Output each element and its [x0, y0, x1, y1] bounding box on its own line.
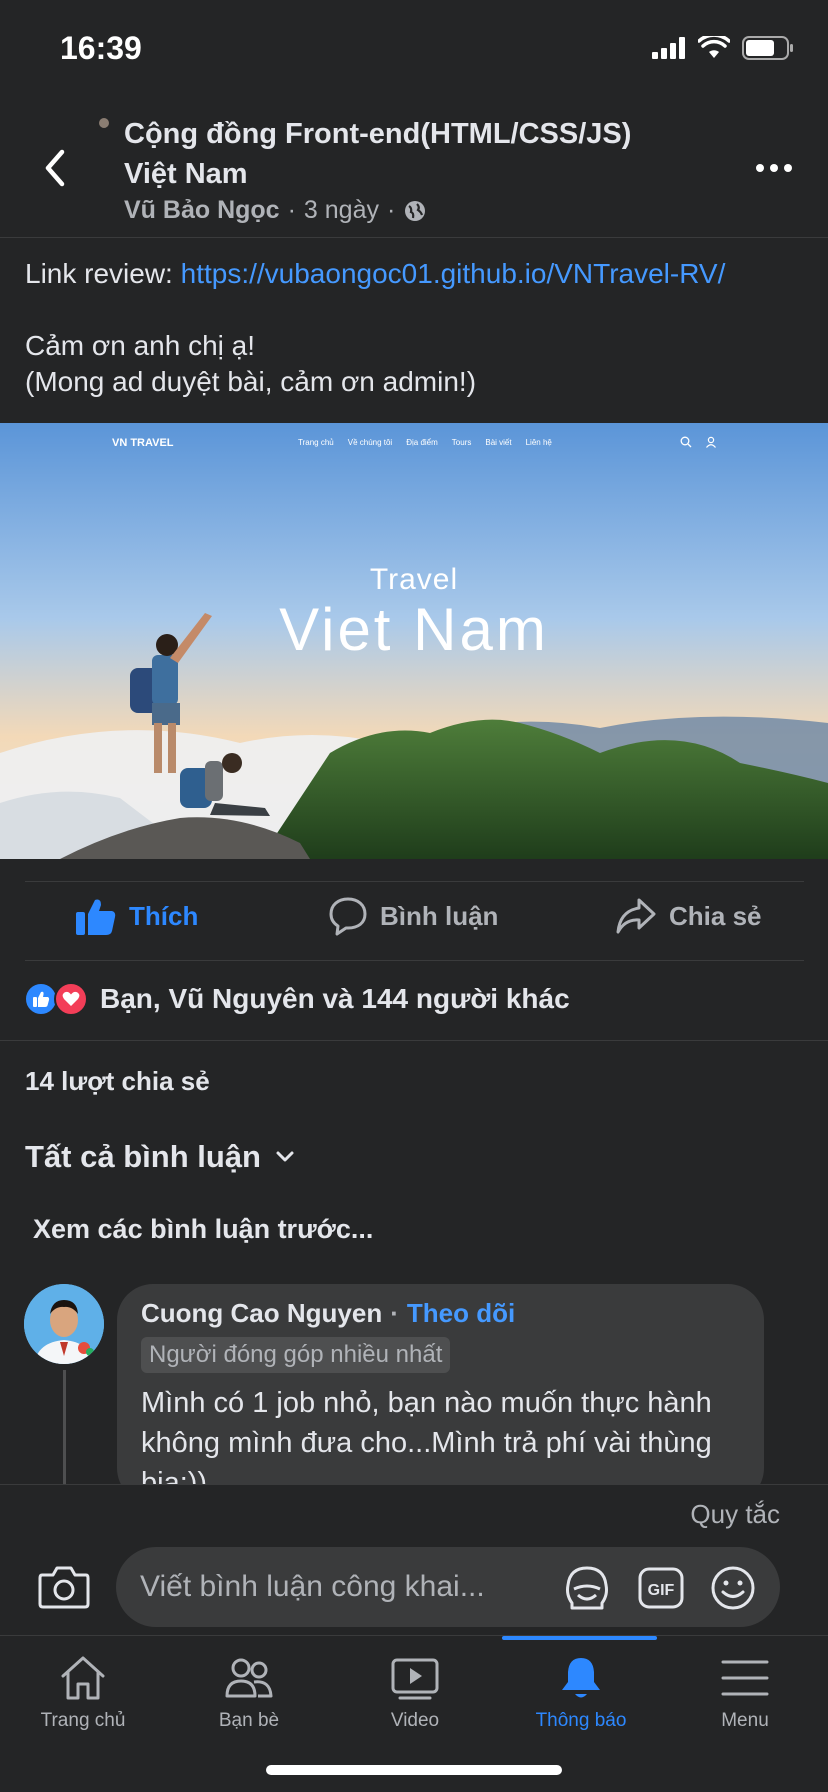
- compose-area: Quy tắc GIF: [0, 1484, 828, 1637]
- post-text-line-1: Cảm ơn anh chị ạ!: [25, 330, 256, 361]
- camera-icon[interactable]: [38, 1565, 90, 1609]
- wifi-icon: [698, 36, 730, 58]
- emoji-icon[interactable]: [710, 1565, 756, 1611]
- follow-button[interactable]: Theo dõi: [407, 1298, 515, 1329]
- reaction-icons: [24, 982, 88, 1016]
- meta-separator: ·: [386, 196, 396, 224]
- comment-input-container: GIF: [116, 1547, 780, 1627]
- tab-label: Video: [390, 1710, 440, 1731]
- battery-icon: [742, 36, 793, 60]
- status-icons: [652, 36, 794, 60]
- home-indicator[interactable]: [266, 1765, 562, 1775]
- comment-thread-line: [63, 1370, 66, 1485]
- share-label: Chia sẻ: [669, 900, 762, 931]
- group-avatar[interactable]: [99, 118, 109, 128]
- comment-separator: ·: [390, 1298, 399, 1328]
- divider: [0, 1040, 828, 1041]
- image-menu-item: Tours: [451, 438, 472, 447]
- thumbs-up-icon: [76, 899, 116, 935]
- image-menu-item: Trang chủ: [298, 438, 334, 447]
- post-body: Link review: https://vubaongoc01.github.…: [25, 256, 815, 400]
- like-label: Thích: [129, 900, 199, 931]
- comment-bubble[interactable]: Cuong Cao Nguyen · Theo dõi Người đóng g…: [117, 1284, 764, 1504]
- rules-link[interactable]: Quy tắc: [690, 1499, 780, 1530]
- tab-friends[interactable]: Bạn bè: [166, 1654, 332, 1732]
- like-reaction-icon: [24, 982, 58, 1016]
- post-time[interactable]: 3 ngày: [304, 196, 379, 225]
- signal-icon: [652, 37, 685, 59]
- menu-icon: [721, 1660, 769, 1696]
- active-tab-indicator: [502, 1636, 657, 1640]
- avatar-sticker-icon[interactable]: [564, 1565, 610, 1611]
- back-icon[interactable]: [38, 146, 72, 190]
- like-button[interactable]: Thích: [75, 896, 198, 936]
- reaction-summary-text: Bạn, Vũ Nguyên và 144 người khác: [100, 983, 570, 1014]
- image-menu-item: Bài viết: [485, 438, 512, 447]
- comment-header: Cuong Cao Nguyen · Theo dõi: [141, 1298, 740, 1329]
- friends-icon: [225, 1658, 273, 1698]
- comment-filter[interactable]: Tất cả bình luận: [25, 1139, 295, 1175]
- comment-filter-label: Tất cả bình luận: [25, 1139, 261, 1174]
- svg-text:GIF: GIF: [648, 1582, 675, 1599]
- tab-menu[interactable]: Menu: [662, 1654, 828, 1732]
- gif-icon[interactable]: GIF: [638, 1565, 684, 1611]
- share-icon: [616, 898, 656, 934]
- image-title-big: Viet Nam: [279, 596, 549, 663]
- love-reaction-icon: [54, 982, 88, 1016]
- image-brand: VN TRAVEL: [112, 437, 174, 449]
- comment-input[interactable]: [140, 1547, 560, 1627]
- image-nav: VN TRAVEL Trang chủ Về chúng tôi Địa điể…: [0, 423, 828, 463]
- image-menu-item: Về chúng tôi: [347, 438, 393, 447]
- commenter-avatar[interactable]: [24, 1284, 104, 1364]
- tab-notifications[interactable]: Thông báo: [498, 1654, 664, 1732]
- image-title-small: Travel: [369, 563, 459, 596]
- comment-author[interactable]: Cuong Cao Nguyen: [141, 1298, 382, 1329]
- tab-label: Thông báo: [535, 1710, 627, 1731]
- image-menu-item: Địa điểm: [406, 438, 438, 447]
- link-prefix: Link review:: [25, 258, 181, 289]
- globe-icon: [405, 200, 426, 221]
- image-menu: Trang chủ Về chúng tôi Địa điểm Tours Bà…: [298, 438, 552, 447]
- meta-separator: ·: [287, 196, 296, 224]
- video-icon: [391, 1658, 439, 1700]
- comment-icon: [329, 897, 367, 936]
- chevron-down-icon: [276, 1151, 294, 1162]
- status-bar: 16:39: [0, 0, 828, 100]
- tab-label: Bạn bè: [218, 1710, 280, 1731]
- view-previous-comments[interactable]: Xem các bình luận trước...: [33, 1214, 373, 1245]
- top-contributor-badge: Người đóng góp nhiều nhất: [141, 1337, 451, 1373]
- more-options-icon[interactable]: [754, 158, 794, 178]
- post-author[interactable]: Vũ Bảo Ngọc: [124, 196, 280, 225]
- status-time: 16:39: [60, 30, 142, 66]
- post-text-line-2: (Mong ad duyệt bài, cảm ơn admin!): [25, 366, 477, 397]
- commenter-photo: [24, 1284, 104, 1364]
- group-name[interactable]: Cộng đồng Front-end(HTML/CSS/JS) Việt Na…: [124, 114, 684, 194]
- share-count[interactable]: 14 lượt chia sẻ: [25, 1066, 210, 1097]
- comment-label: Bình luận: [380, 900, 499, 931]
- reactions-summary[interactable]: Bạn, Vũ Nguyên và 144 người khác: [24, 982, 570, 1016]
- image-menu-item: Liên hệ: [525, 438, 552, 447]
- post-header: Cộng đồng Front-end(HTML/CSS/JS) Việt Na…: [0, 100, 828, 238]
- post-link[interactable]: https://vubaongoc01.github.io/VNTravel-R…: [181, 258, 726, 289]
- image-search-icon: [680, 436, 692, 448]
- tab-video[interactable]: Video: [332, 1654, 498, 1732]
- image-user-icon: [706, 436, 716, 448]
- bell-icon: [562, 1658, 600, 1698]
- tab-label: Trang chủ: [40, 1710, 126, 1731]
- link-line: Link review: https://vubaongoc01.github.…: [25, 256, 815, 292]
- home-icon: [61, 1656, 105, 1700]
- post-actions: Thích Bình luận Chia sẻ: [0, 882, 828, 960]
- post-image[interactable]: VN TRAVEL Trang chủ Về chúng tôi Địa điể…: [0, 423, 828, 859]
- divider: [25, 960, 804, 961]
- post-meta: Vũ Bảo Ngọc · 3 ngày ·: [124, 196, 427, 225]
- tab-home[interactable]: Trang chủ: [0, 1654, 166, 1732]
- comment-button[interactable]: Bình luận: [328, 896, 498, 936]
- tab-label: Menu: [721, 1710, 769, 1731]
- share-button[interactable]: Chia sẻ: [615, 896, 762, 936]
